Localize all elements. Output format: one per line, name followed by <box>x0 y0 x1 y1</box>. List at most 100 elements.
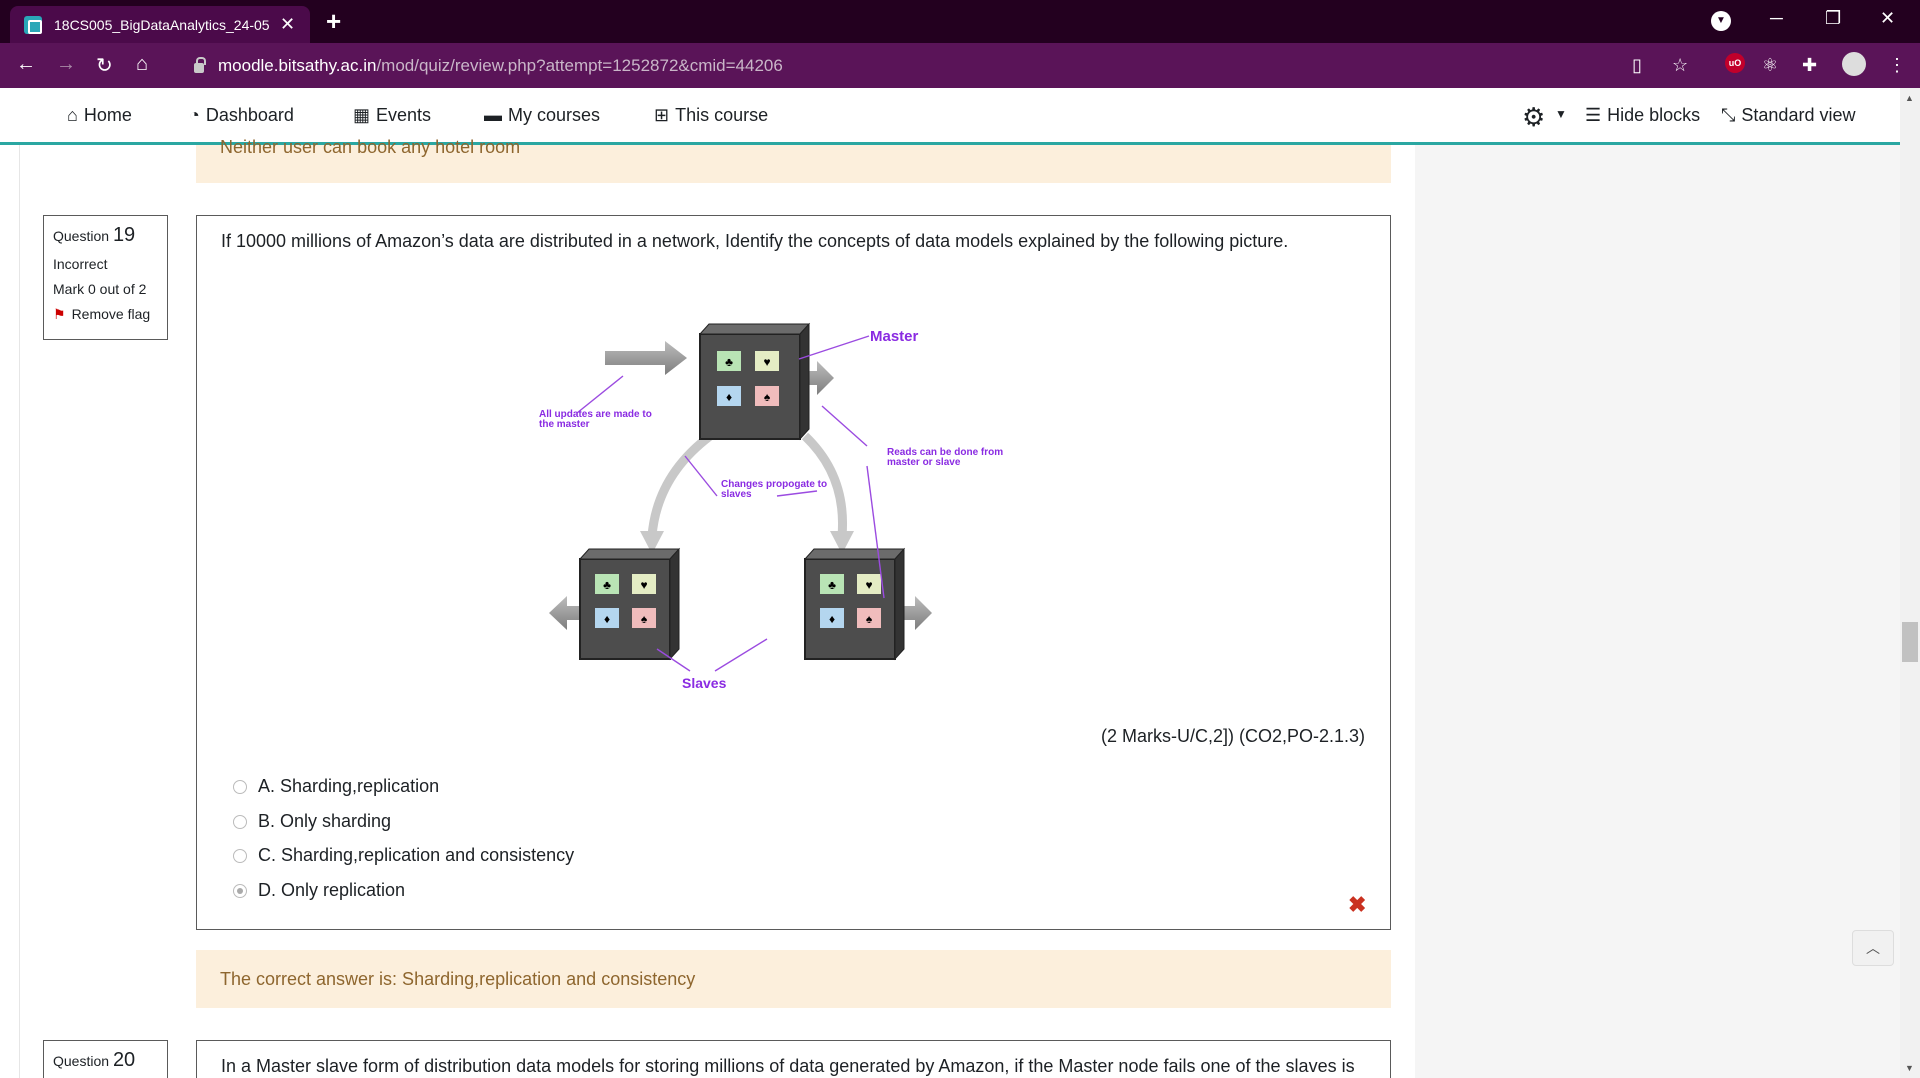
question-19-content: If 10000 millions of Amazon’s data are d… <box>196 215 1391 930</box>
bookmark-star-icon[interactable]: ☆ <box>1672 55 1688 76</box>
settings-gear-icon[interactable]: ⚙ <box>1522 102 1545 133</box>
option-c-radio[interactable] <box>233 848 247 863</box>
svg-text:♠: ♠ <box>641 612 648 626</box>
question-text: If 10000 millions of Amazon’s data are d… <box>221 231 1289 251</box>
calendar-icon: ▦ <box>353 105 371 125</box>
back-to-top-button[interactable]: ︿ <box>1852 930 1894 966</box>
remove-flag-link[interactable]: ⚑ Remove flag <box>53 306 158 323</box>
option-b-radio[interactable] <box>233 814 247 829</box>
page-scrollbar[interactable] <box>1900 88 1920 1078</box>
correct-answer-text: The correct answer is: Sharding,replicat… <box>220 969 696 989</box>
nav-events-label: Events <box>376 105 432 125</box>
question-20-content: In a Master slave form of distribution d… <box>196 1040 1391 1078</box>
extensions-puzzle-icon[interactable]: ✚ <box>1802 55 1817 76</box>
close-window-icon[interactable]: ✕ <box>1880 8 1895 29</box>
svg-text:♥: ♥ <box>865 578 872 592</box>
reload-icon[interactable]: ↻ <box>96 53 113 78</box>
option-b[interactable]: B. Only sharding <box>233 811 391 832</box>
question-20-text: In a Master slave form of distribution d… <box>221 1056 1355 1076</box>
option-c[interactable]: C. Sharding,replication and consistency <box>233 845 574 866</box>
diagram-label-master: Master <box>870 328 919 345</box>
question-20-number: 20 <box>112 1049 136 1071</box>
question-19-info: Question 19 Incorrect Mark 0 out of 2 ⚑ R… <box>43 215 168 340</box>
svg-text:♦: ♦ <box>726 390 732 404</box>
correct-answer-feedback: The correct answer is: Sharding,replicat… <box>196 950 1391 1008</box>
tab-close-icon[interactable]: ✕ <box>280 14 295 35</box>
browser-toolbar: ← → ↻ ⌂ moodle.bitsathy.ac.in /mod/quiz/… <box>0 43 1920 88</box>
browser-tabbar: 18CS005_BigDataAnalytics_24-05 ✕ + ▼ ─ ❐… <box>0 0 1920 43</box>
slave-server-left: ♣ ♥ ♦ ♠ <box>578 547 681 661</box>
nav-this-course[interactable]: ⊞ This course <box>654 105 768 126</box>
option-c-label: C. Sharding,replication and consistency <box>258 845 575 865</box>
slave-server-right: ♣ ♥ ♦ ♠ <box>803 547 906 661</box>
svg-text:♣: ♣ <box>828 578 836 592</box>
nav-home-label: Home <box>83 105 132 125</box>
chevron-up-icon: ︿ <box>1866 940 1880 956</box>
hide-blocks-label: Hide blocks <box>1607 105 1701 125</box>
back-icon[interactable]: ← <box>16 53 36 76</box>
standard-view-label: Standard view <box>1741 105 1856 125</box>
remove-flag-label: Remove flag <box>71 306 151 322</box>
question-20-label: Question <box>53 1053 110 1069</box>
minimize-icon[interactable]: ─ <box>1770 8 1783 29</box>
svg-text:♥: ♥ <box>763 355 770 369</box>
option-d-label: D. Only replication <box>258 880 406 900</box>
home-browser-icon[interactable]: ⌂ <box>136 53 148 76</box>
home-icon: ⌂ <box>67 105 78 125</box>
sitemap-icon: ⊞ <box>654 105 670 125</box>
hide-blocks-button[interactable]: ☰ Hide blocks <box>1585 105 1700 126</box>
moodle-favicon-icon <box>24 15 42 34</box>
nav-events[interactable]: ▦ Events <box>353 105 431 126</box>
user-avatar-icon[interactable] <box>1842 52 1866 76</box>
compress-icon: ⤡ <box>1721 105 1736 125</box>
chrome-menu-icon[interactable]: ⋮ <box>1888 55 1906 76</box>
svg-text:♣: ♣ <box>725 355 733 369</box>
standard-view-button[interactable]: ⤡ Standard view <box>1721 105 1855 126</box>
ublock-icon[interactable]: uO <box>1725 53 1745 73</box>
previous-feedback: Neither user can book any hotel room <box>196 137 1391 183</box>
reader-mode-icon[interactable]: ▯ <box>1632 55 1642 76</box>
nav-home[interactable]: ⌂ Home <box>67 105 132 126</box>
restore-icon[interactable]: ❐ <box>1825 8 1841 29</box>
diagram-label-updates-2: the master <box>539 419 590 430</box>
diagram-label-reads-2: master or slave <box>887 457 961 468</box>
question-label: Question <box>53 228 110 244</box>
browser-tab[interactable]: 18CS005_BigDataAnalytics_24-05 ✕ <box>10 6 310 43</box>
option-b-label: B. Only sharding <box>258 811 392 831</box>
svg-text:♠: ♠ <box>866 612 873 626</box>
marks-info: (2 Marks-U/C,2]) (CO2,PO-2.1.3) <box>1101 726 1366 746</box>
briefcase-icon: ▬ <box>484 105 502 125</box>
dashboard-icon: ◔ <box>189 105 200 125</box>
nav-my-courses[interactable]: ▬ My courses <box>484 105 600 126</box>
update-arrow <box>605 341 687 375</box>
content-border <box>19 145 20 1078</box>
master-server: ♣ ♥ ♦ ♠ <box>698 322 811 441</box>
url-host: moodle.bitsathy.ac.in <box>218 55 377 75</box>
option-a-label: A. Sharding,replication <box>258 776 440 796</box>
option-a-radio[interactable] <box>233 779 247 794</box>
question-state: Incorrect <box>53 256 108 272</box>
tab-title: 18CS005_BigDataAnalytics_24-05 <box>54 16 270 33</box>
svg-text:♦: ♦ <box>829 612 835 626</box>
incorrect-x-icon: ✖ <box>1348 892 1367 917</box>
new-tab-button[interactable]: + <box>326 6 341 37</box>
svg-text:♦: ♦ <box>604 612 610 626</box>
question-20-info: Question 20 <box>43 1040 168 1078</box>
scroll-down-icon[interactable]: ▼ <box>1905 1063 1914 1073</box>
nav-dashboard[interactable]: ◔ Dashboard <box>189 105 294 126</box>
option-a[interactable]: A. Sharding,replication <box>233 776 439 797</box>
scrollbar-thumb[interactable] <box>1902 622 1918 662</box>
diagram-label-slaves: Slaves <box>682 675 727 691</box>
scroll-up-icon[interactable]: ▲ <box>1905 93 1914 103</box>
master-slave-diagram: ♣ ♥ ♦ ♠ ♣ ♥ ♦ ♠ ♣ ♥ ♦ ♠ Master All updat… <box>539 322 1003 691</box>
react-devtools-icon[interactable]: ⚛ <box>1762 55 1778 76</box>
caret-down-icon[interactable]: ▼ <box>1555 107 1567 121</box>
option-d[interactable]: D. Only replication <box>233 880 405 901</box>
chrome-profile-icon[interactable]: ▼ <box>1711 11 1731 31</box>
forward-icon[interactable]: → <box>56 53 76 76</box>
nav-my-courses-label: My courses <box>508 105 601 125</box>
nav-this-course-label: This course <box>675 105 769 125</box>
option-d-radio[interactable] <box>233 883 247 898</box>
list-icon: ☰ <box>1585 105 1602 125</box>
address-bar[interactable]: moodle.bitsathy.ac.in /mod/quiz/review.p… <box>180 48 1680 83</box>
